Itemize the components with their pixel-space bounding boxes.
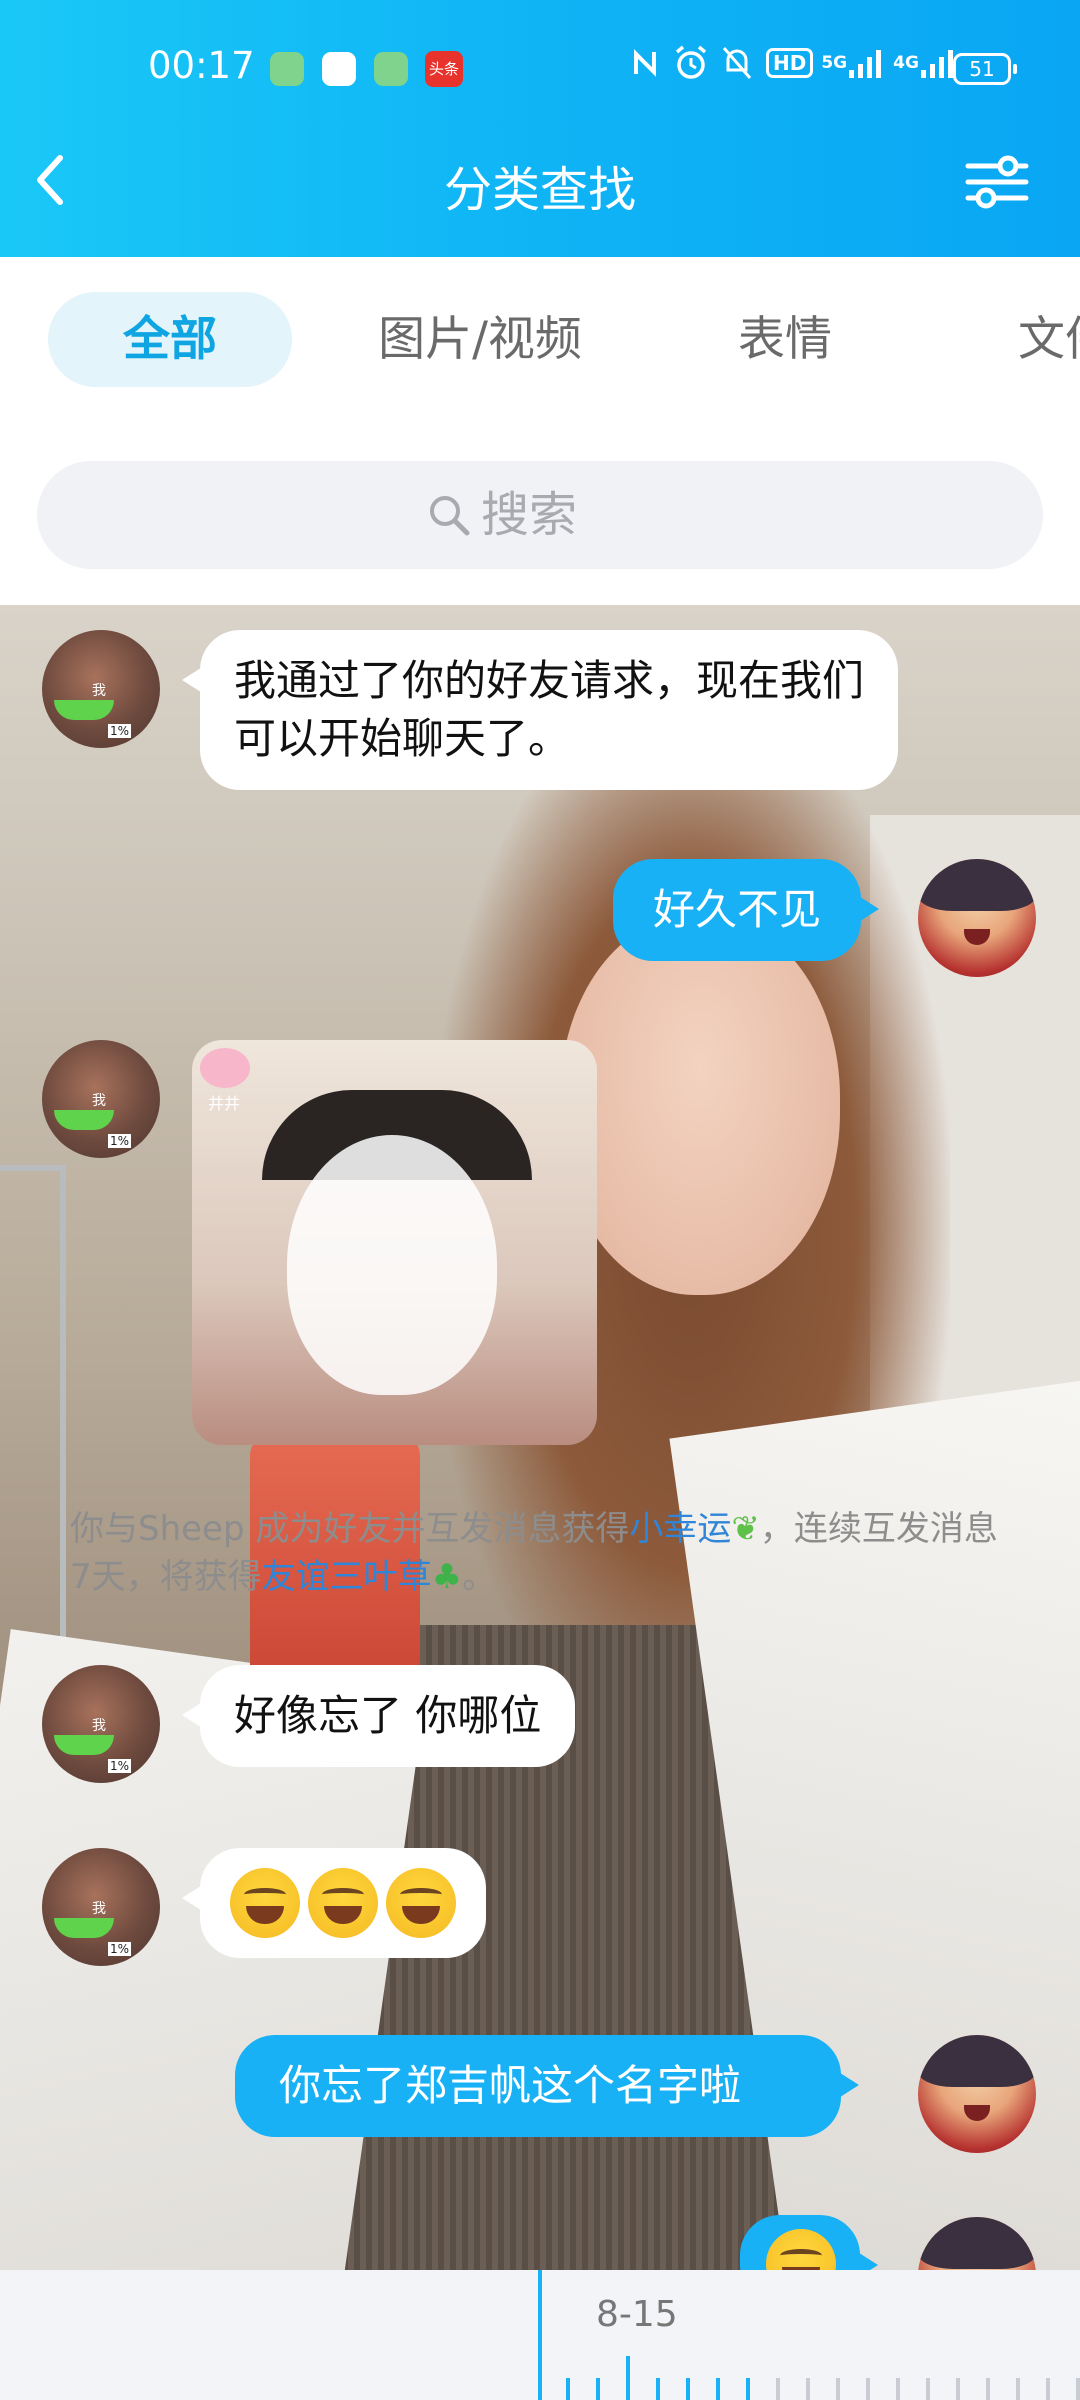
chat-background-image [560, 915, 840, 1295]
sprout-icon: ❦ [731, 1509, 760, 1549]
sticker-graphic [287, 1135, 497, 1395]
avatar-graphic [54, 700, 114, 720]
avatar-graphic [918, 2217, 1036, 2269]
message-bubble[interactable]: 你忘了郑吉帆这个名字啦 [235, 2035, 859, 2137]
search-icon [430, 496, 470, 536]
timeline-tick [686, 2378, 690, 2400]
emoji-message-bubble[interactable] [182, 1848, 486, 1958]
avatar[interactable] [918, 859, 1036, 977]
timeline-tick [956, 2378, 960, 2400]
timeline-tick [596, 2378, 600, 2400]
avatar-text: 我 [92, 1093, 106, 1109]
chat-history[interactable]: 我 1% 我通过了你的好友请求，现在我们可以开始聊天了。 好久不见 我 1% 井… [0, 605, 1080, 2270]
timeline-tick [656, 2378, 660, 2400]
clover-icon: ♣ [431, 1557, 463, 1597]
network-4g-label: 4G [893, 53, 919, 73]
clover-link[interactable]: 友谊三叶草 [262, 1557, 432, 1597]
timeline-tick [566, 2378, 570, 2400]
search-input[interactable] [479, 486, 653, 544]
timeline-tick [1016, 2378, 1020, 2400]
toutiao-icon: 头条 [425, 51, 463, 87]
timeline-tick [716, 2378, 720, 2400]
search-bar[interactable] [37, 461, 1043, 569]
avatar-graphic [54, 1110, 114, 1130]
message-bubble[interactable]: 我通过了你的好友请求，现在我们可以开始聊天了。 [182, 630, 898, 790]
message-bubble[interactable]: 好久不见 [613, 859, 880, 961]
emoji-icon [766, 2229, 836, 2270]
avatar-text: 我 [92, 1901, 106, 1917]
tab-stickers[interactable]: 表情 [705, 292, 865, 387]
signal-5g-icon [849, 50, 882, 78]
tears-of-joy-icon [308, 1868, 378, 1938]
avatar[interactable]: 我 1% [42, 1665, 160, 1783]
date-timeline[interactable]: 8-15 [0, 2270, 1080, 2400]
alarm-icon [675, 45, 707, 79]
avatar-badge: 1% [108, 1942, 132, 1956]
avatar-text: 我 [92, 683, 106, 699]
avatar-badge: 1% [108, 1759, 132, 1773]
system-notice: 你与Sheep 成为好友并互发消息获得小幸运❦，连续互发消息7天，将获得友谊三叶… [70, 1505, 1010, 1601]
sticker-image[interactable]: 井井 [192, 1040, 597, 1445]
timeline-tick [626, 2356, 630, 2400]
timeline-date: 8-15 [596, 2294, 678, 2335]
timeline-tick [806, 2378, 810, 2400]
avatar-graphic [54, 1918, 114, 1938]
timeline-tick [1046, 2378, 1050, 2400]
avatar-badge: 1% [108, 1134, 132, 1148]
lucky-link[interactable]: 小幸运 [629, 1509, 731, 1549]
status-icons: HD 5G 4G [630, 44, 957, 82]
status-bar: 00:17 头条 HD 5G 4G 51 [0, 0, 1080, 130]
avatar-graphic [964, 929, 990, 945]
system-notice-text: 你与Sheep 成为好友并互发消息获得 [70, 1509, 630, 1549]
header-bar: 00:17 头条 HD 5G 4G 51 分类查找 [0, 0, 1080, 257]
avatar[interactable] [918, 2035, 1036, 2153]
avatar[interactable]: 我 1% [42, 630, 160, 748]
timeline-tick [836, 2378, 840, 2400]
avatar-graphic [918, 2035, 1036, 2087]
message-bubble-partial[interactable] [740, 2215, 878, 2270]
avatar-graphic [54, 1735, 114, 1755]
timeline-tick [1076, 2378, 1080, 2400]
timeline-cursor[interactable] [538, 2270, 542, 2400]
avatar-graphic [964, 2105, 990, 2121]
tears-of-joy-icon [230, 1868, 300, 1938]
notification-app-icon [322, 52, 356, 86]
avatar[interactable]: 我 1% [42, 1040, 160, 1158]
avatar[interactable] [918, 2217, 1036, 2270]
pig-icon [200, 1048, 250, 1088]
avatar-badge: 1% [108, 724, 132, 738]
signal-4g-icon [920, 50, 953, 78]
category-tabs: 全部 图片/视频 表情 文件 [0, 257, 1080, 407]
system-notice-text: 。 [462, 1557, 497, 1597]
filter-settings-icon[interactable] [964, 152, 1030, 212]
timeline-tick [926, 2378, 930, 2400]
page-title: 分类查找 [443, 162, 636, 218]
tab-all[interactable]: 全部 [48, 292, 292, 387]
timeline-tick [776, 2378, 780, 2400]
avatar[interactable]: 我 1% [42, 1848, 160, 1966]
status-time: 00:17 [148, 44, 255, 87]
mute-icon [722, 47, 752, 79]
timeline-tick [866, 2378, 870, 2400]
avatar-graphic [918, 859, 1036, 911]
notification-app-icon [270, 52, 304, 86]
nfc-icon [634, 49, 656, 77]
network-5g-label: 5G [821, 53, 848, 73]
notification-app-icon [374, 52, 408, 86]
timeline-tick [986, 2378, 990, 2400]
tab-files[interactable]: 文件 [985, 292, 1080, 387]
search-section [0, 407, 1080, 605]
sticker-label: 井井 [208, 1094, 241, 1113]
avatar-text: 我 [92, 1718, 106, 1734]
tears-of-joy-icon [386, 1868, 456, 1938]
message-bubble[interactable]: 好像忘了 你哪位 [181, 1665, 576, 1767]
tab-images-videos[interactable]: 图片/视频 [360, 292, 600, 387]
battery-icon: 51 [953, 53, 1017, 85]
timeline-tick [746, 2378, 750, 2400]
hd-voice-icon: HD [766, 48, 814, 78]
timeline-tick [896, 2378, 900, 2400]
